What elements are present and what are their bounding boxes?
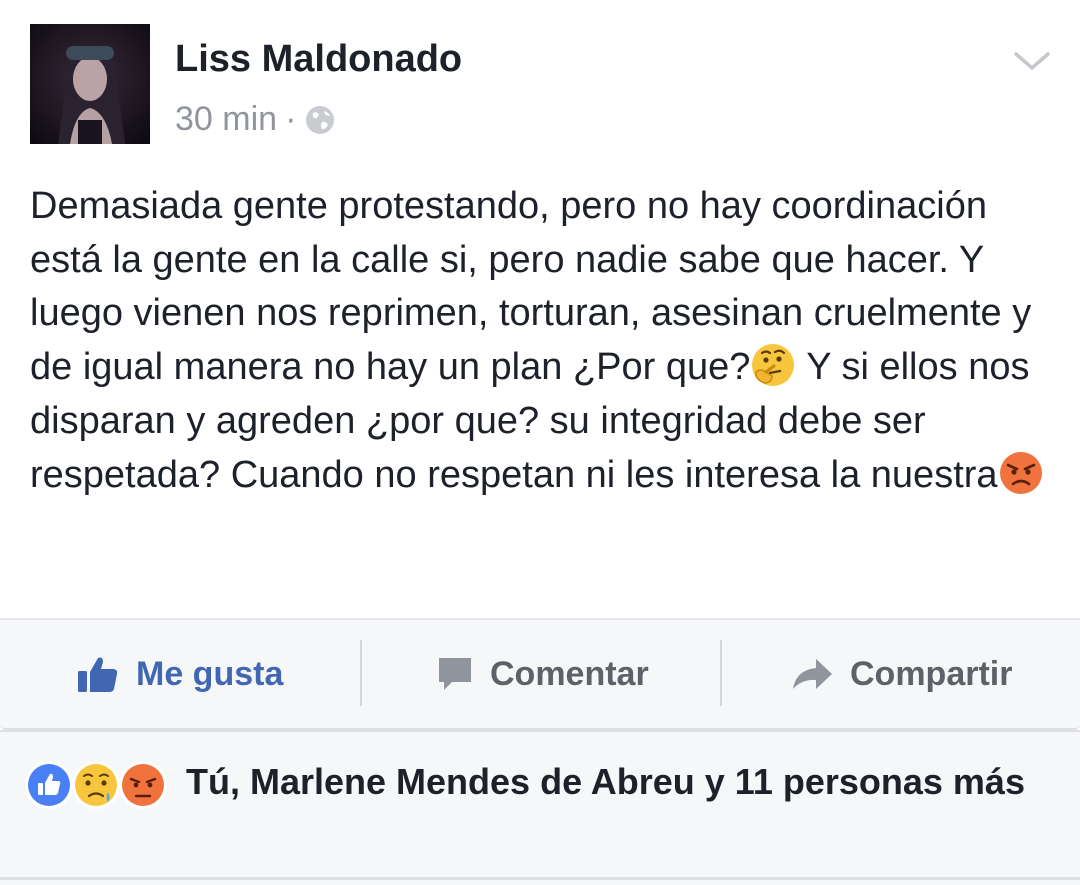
share-button[interactable]: Compartir — [790, 620, 1012, 728]
meta-separator: · — [285, 100, 297, 138]
globe-icon — [304, 104, 336, 136]
bottom-divider — [0, 877, 1080, 880]
like-label: Me gusta — [136, 654, 284, 693]
avatar[interactable] — [30, 24, 150, 144]
thumbs-up-icon — [78, 657, 118, 692]
post-text: Demasiada gente protestando, pero no hay… — [30, 180, 1060, 502]
action-bar: Me gusta Comentar Compartir — [0, 618, 1080, 730]
chevron-down-icon[interactable] — [1012, 46, 1052, 76]
comment-label: Comentar — [490, 654, 649, 693]
angry-face-emoji — [998, 450, 1044, 496]
reactions-summary[interactable]: Tú, Marlene Mendes de Abreu y 11 persona… — [24, 756, 1064, 807]
like-button[interactable]: Me gusta — [76, 620, 283, 728]
post-meta: 30 min · — [175, 100, 336, 139]
share-arrow-icon — [793, 659, 832, 689]
post-time[interactable]: 30 min — [175, 100, 277, 139]
post-header: Liss Maldonado 30 min · — [0, 0, 1080, 160]
action-divider — [360, 640, 362, 706]
thinking-face-emoji — [750, 342, 796, 388]
author-name[interactable]: Liss Maldonado — [175, 38, 462, 81]
reactions-bar[interactable]: Tú, Marlene Mendes de Abreu y 11 persona… — [0, 730, 1080, 885]
comment-icon — [439, 658, 471, 690]
share-label: Compartir — [850, 654, 1013, 693]
comment-button[interactable]: Comentar — [436, 620, 649, 728]
action-divider — [720, 640, 722, 706]
